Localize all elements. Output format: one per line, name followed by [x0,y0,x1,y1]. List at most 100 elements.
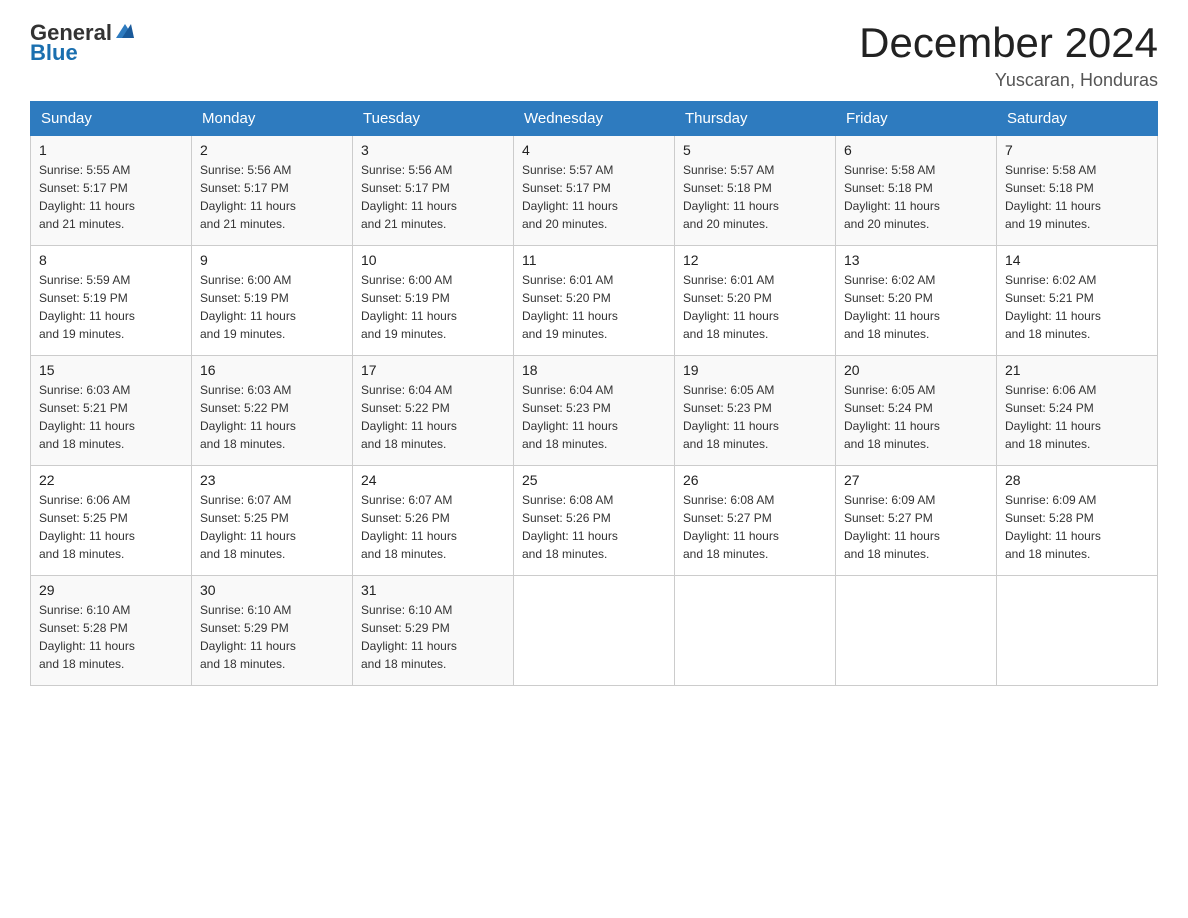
header-day-saturday: Saturday [997,102,1158,136]
day-info: Sunrise: 6:05 AMSunset: 5:23 PMDaylight:… [683,381,827,453]
day-number: 7 [1005,142,1149,158]
day-number: 1 [39,142,183,158]
day-info: Sunrise: 5:55 AMSunset: 5:17 PMDaylight:… [39,161,183,233]
day-number: 22 [39,472,183,488]
calendar-cell: 29Sunrise: 6:10 AMSunset: 5:28 PMDayligh… [31,576,192,686]
calendar-cell: 22 Sunrise: 6:06 AMSunset: 5:25 PMDayligh… [31,466,192,576]
day-info: Sunrise: 6:10 AMSunset: 5:29 PMDaylight:… [361,601,505,673]
calendar-week-row: 15 Sunrise: 6:03 AMSunset: 5:21 PMDayligh… [31,356,1158,466]
header-day-tuesday: Tuesday [353,102,514,136]
calendar-cell: 16 Sunrise: 6:03 AMSunset: 5:22 PMDayligh… [192,356,353,466]
day-info: Sunrise: 6:05 AMSunset: 5:24 PMDaylight:… [844,381,988,453]
logo: General Blue [30,20,136,66]
calendar-cell: 21 Sunrise: 6:06 AMSunset: 5:24 PMDayligh… [997,356,1158,466]
day-info: Sunrise: 6:10 AMSunset: 5:29 PMDaylight:… [200,601,344,673]
day-info: Sunrise: 6:02 AMSunset: 5:21 PMDaylight:… [1005,271,1149,343]
day-number: 23 [200,472,344,488]
day-number: 14 [1005,252,1149,268]
calendar-cell: 18Sunrise: 6:04 AMSunset: 5:23 PMDayligh… [514,356,675,466]
month-title: December 2024 [859,20,1158,66]
title-block: December 2024 Yuscaran, Honduras [859,20,1158,91]
day-info: Sunrise: 6:00 AMSunset: 5:19 PMDaylight:… [361,271,505,343]
calendar-cell: 25 Sunrise: 6:08 AMSunset: 5:26 PMDayligh… [514,466,675,576]
logo-blue-text: Blue [30,40,78,66]
day-info: Sunrise: 6:06 AMSunset: 5:25 PMDaylight:… [39,491,183,563]
day-number: 30 [200,582,344,598]
calendar-cell: 3Sunrise: 5:56 AMSunset: 5:17 PMDaylight… [353,136,514,246]
day-number: 20 [844,362,988,378]
calendar-cell: 1 Sunrise: 5:55 AMSunset: 5:17 PMDaylight… [31,136,192,246]
day-number: 13 [844,252,988,268]
calendar-cell: 6 Sunrise: 5:58 AMSunset: 5:18 PMDaylight… [836,136,997,246]
day-info: Sunrise: 6:06 AMSunset: 5:24 PMDaylight:… [1005,381,1149,453]
day-number: 15 [39,362,183,378]
calendar-cell [997,576,1158,686]
calendar-week-row: 1 Sunrise: 5:55 AMSunset: 5:17 PMDaylight… [31,136,1158,246]
calendar-cell: 8 Sunrise: 5:59 AMSunset: 5:19 PMDaylight… [31,246,192,356]
calendar-cell [514,576,675,686]
day-info: Sunrise: 6:04 AMSunset: 5:23 PMDaylight:… [522,381,666,453]
calendar-cell: 19Sunrise: 6:05 AMSunset: 5:23 PMDayligh… [675,356,836,466]
day-number: 31 [361,582,505,598]
calendar-table: SundayMondayTuesdayWednesdayThursdayFrid… [30,101,1158,686]
day-number: 25 [522,472,666,488]
header-day-friday: Friday [836,102,997,136]
day-number: 12 [683,252,827,268]
calendar-cell: 9 Sunrise: 6:00 AMSunset: 5:19 PMDaylight… [192,246,353,356]
day-number: 3 [361,142,505,158]
calendar-cell: 2 Sunrise: 5:56 AMSunset: 5:17 PMDaylight… [192,136,353,246]
logo-icon [114,20,136,42]
calendar-header-row: SundayMondayTuesdayWednesdayThursdayFrid… [31,102,1158,136]
calendar-cell: 4 Sunrise: 5:57 AMSunset: 5:17 PMDaylight… [514,136,675,246]
calendar-week-row: 29Sunrise: 6:10 AMSunset: 5:28 PMDayligh… [31,576,1158,686]
location: Yuscaran, Honduras [859,70,1158,91]
day-info: Sunrise: 6:08 AMSunset: 5:27 PMDaylight:… [683,491,827,563]
calendar-cell: 14 Sunrise: 6:02 AMSunset: 5:21 PMDayligh… [997,246,1158,356]
calendar-cell: 27Sunrise: 6:09 AMSunset: 5:27 PMDayligh… [836,466,997,576]
calendar-cell: 15 Sunrise: 6:03 AMSunset: 5:21 PMDayligh… [31,356,192,466]
header-day-monday: Monday [192,102,353,136]
calendar-cell: 13 Sunrise: 6:02 AMSunset: 5:20 PMDayligh… [836,246,997,356]
calendar-week-row: 22 Sunrise: 6:06 AMSunset: 5:25 PMDayligh… [31,466,1158,576]
calendar-cell: 17 Sunrise: 6:04 AMSunset: 5:22 PMDayligh… [353,356,514,466]
calendar-cell: 31 Sunrise: 6:10 AMSunset: 5:29 PMDayligh… [353,576,514,686]
day-info: Sunrise: 5:59 AMSunset: 5:19 PMDaylight:… [39,271,183,343]
calendar-cell [675,576,836,686]
header-day-thursday: Thursday [675,102,836,136]
day-number: 26 [683,472,827,488]
day-info: Sunrise: 6:04 AMSunset: 5:22 PMDaylight:… [361,381,505,453]
day-info: Sunrise: 6:07 AMSunset: 5:26 PMDaylight:… [361,491,505,563]
calendar-cell: 24 Sunrise: 6:07 AMSunset: 5:26 PMDayligh… [353,466,514,576]
calendar-cell: 12Sunrise: 6:01 AMSunset: 5:20 PMDayligh… [675,246,836,356]
day-number: 17 [361,362,505,378]
calendar-cell: 10 Sunrise: 6:00 AMSunset: 5:19 PMDayligh… [353,246,514,356]
day-info: Sunrise: 6:03 AMSunset: 5:22 PMDaylight:… [200,381,344,453]
day-info: Sunrise: 6:08 AMSunset: 5:26 PMDaylight:… [522,491,666,563]
calendar-cell: 20 Sunrise: 6:05 AMSunset: 5:24 PMDayligh… [836,356,997,466]
day-number: 8 [39,252,183,268]
day-info: Sunrise: 6:03 AMSunset: 5:21 PMDaylight:… [39,381,183,453]
day-number: 21 [1005,362,1149,378]
day-info: Sunrise: 5:56 AMSunset: 5:17 PMDaylight:… [200,161,344,233]
calendar-cell: 23Sunrise: 6:07 AMSunset: 5:25 PMDayligh… [192,466,353,576]
day-info: Sunrise: 6:00 AMSunset: 5:19 PMDaylight:… [200,271,344,343]
day-info: Sunrise: 6:02 AMSunset: 5:20 PMDaylight:… [844,271,988,343]
calendar-cell: 26 Sunrise: 6:08 AMSunset: 5:27 PMDayligh… [675,466,836,576]
day-number: 16 [200,362,344,378]
calendar-cell: 7Sunrise: 5:58 AMSunset: 5:18 PMDaylight… [997,136,1158,246]
day-info: Sunrise: 6:09 AMSunset: 5:27 PMDaylight:… [844,491,988,563]
day-info: Sunrise: 6:10 AMSunset: 5:28 PMDaylight:… [39,601,183,673]
header-day-wednesday: Wednesday [514,102,675,136]
day-info: Sunrise: 5:58 AMSunset: 5:18 PMDaylight:… [844,161,988,233]
day-number: 10 [361,252,505,268]
calendar-cell: 11Sunrise: 6:01 AMSunset: 5:20 PMDayligh… [514,246,675,356]
day-number: 4 [522,142,666,158]
day-info: Sunrise: 5:57 AMSunset: 5:17 PMDaylight:… [522,161,666,233]
day-number: 6 [844,142,988,158]
day-number: 9 [200,252,344,268]
day-number: 24 [361,472,505,488]
day-number: 2 [200,142,344,158]
calendar-cell: 28Sunrise: 6:09 AMSunset: 5:28 PMDayligh… [997,466,1158,576]
calendar-cell: 30 Sunrise: 6:10 AMSunset: 5:29 PMDayligh… [192,576,353,686]
day-info: Sunrise: 6:09 AMSunset: 5:28 PMDaylight:… [1005,491,1149,563]
